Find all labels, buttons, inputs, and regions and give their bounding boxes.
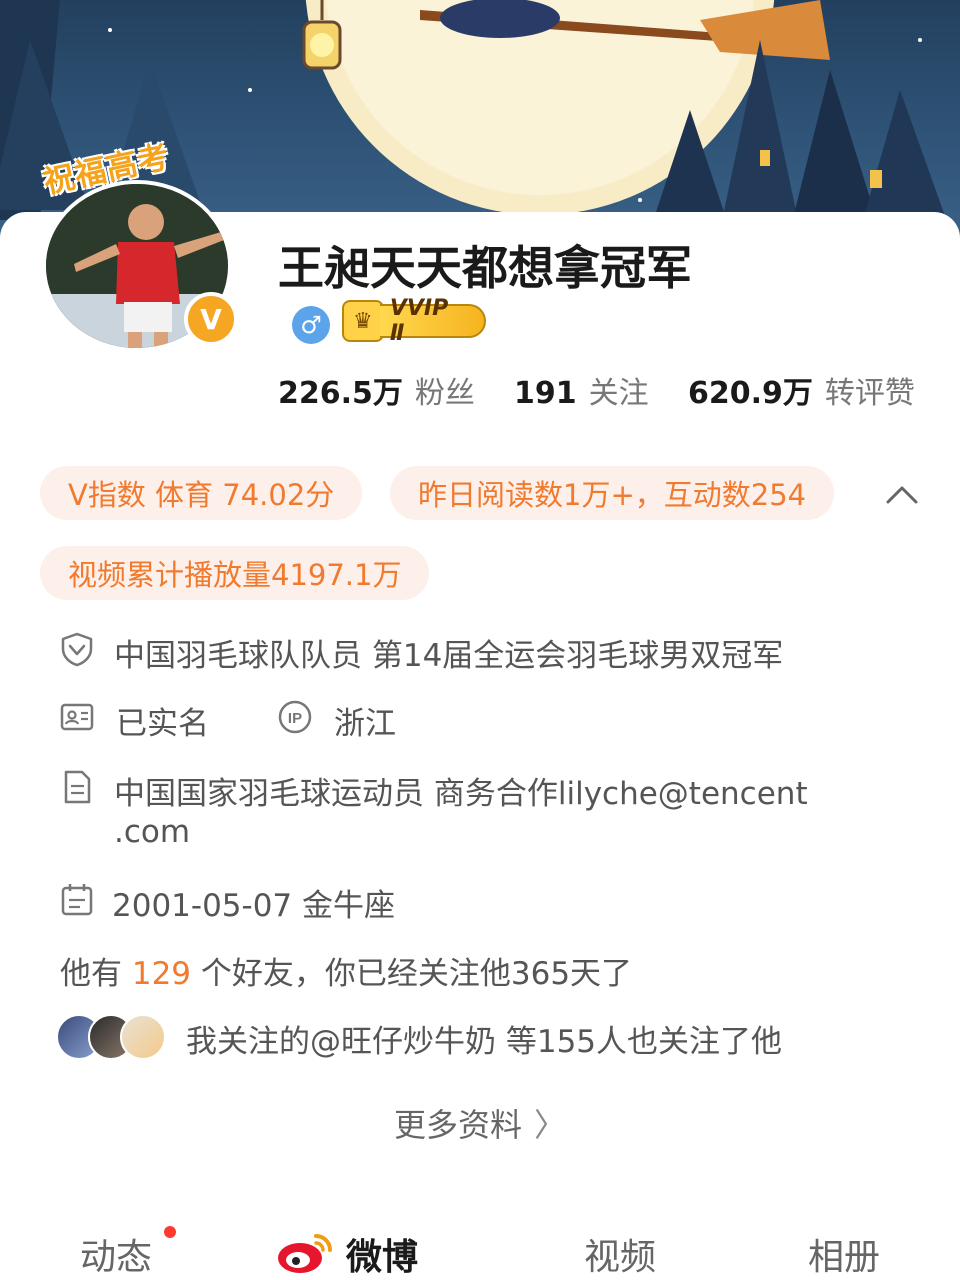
more-info-label: 更多资料 [393,1106,522,1144]
vvip-badge[interactable]: ♛ VVIP Ⅱ [342,296,486,346]
friends-count: 129 [131,956,192,992]
mutual-followers-text[interactable]: 我关注的@旺仔炒牛奶 等155人也关注了他 [186,1016,782,1061]
tab-album[interactable]: 相册 [808,1228,880,1280]
real-name-status: 已实名 [116,706,209,742]
video-plays-pill[interactable]: 视频累计播放量4197.1万 [40,546,430,600]
stat-fans-value: 226.5万 [278,376,403,411]
stat-interactions-value: 620.9万 [688,376,813,411]
stat-following[interactable]: 191 关注 [514,368,649,412]
notification-dot [164,1226,176,1238]
friends-summary[interactable]: 他有 129 个好友，你已经关注他365天了 [60,948,632,993]
chevron-right-icon: 〉 [534,1106,567,1144]
profile-name: 王昶天天都想拿冠军 [278,241,692,295]
id-card-icon [60,703,94,731]
chevron-up-icon[interactable] [882,474,922,514]
bio-line-2: .com [114,814,191,850]
verified-badge-icon: V [184,292,238,346]
weibo-logo-icon [278,1234,332,1273]
profile-stats: 226.5万 粉丝 191 关注 620.9万 转评赞 [0,368,960,411]
stat-interactions-label: 转评赞 [824,376,915,411]
athlete-title: 中国羽毛球队队员 第14届全运会羽毛球男双冠军 [114,638,784,674]
profile-tabs: 动态 微博 视频 相册 [0,1220,960,1280]
ip-icon-label: IP [288,710,302,727]
mutual-avatar [120,1014,166,1060]
tab-weibo[interactable]: 微博 [346,1228,418,1280]
yesterday-stats-pill[interactable]: 昨日阅读数1万+，互动数254 [390,466,835,520]
stat-following-value: 191 [514,376,577,411]
friends-suffix: 个好友，你已经关注他365天了 [200,956,633,992]
calendar-icon [61,884,93,916]
stat-fans-label: 粉丝 [414,376,475,411]
vvip-label: VVIP Ⅱ [379,296,486,346]
tab-dynamics[interactable]: 动态 [80,1228,152,1280]
friends-prefix: 他有 [60,956,122,992]
bio-line-1: 中国国家羽毛球运动员 商务合作lilyche@tencent [114,776,808,812]
shield-icon [61,632,93,667]
birthday: 2001-05-07 金牛座 [112,888,396,924]
male-symbol-icon: ♂ [292,306,330,344]
ip-location: 浙江 [334,706,396,742]
stat-following-label: 关注 [588,376,649,411]
ip-location-icon: IP [278,700,312,734]
avatar-container[interactable]: 祝福高考 V [38,139,238,360]
document-icon [64,770,91,804]
v-index-pill[interactable]: V指数 体育 74.02分 [40,466,363,520]
more-info-button[interactable]: 更多资料〉 [0,1100,960,1146]
crown-icon: ♛ [342,300,384,342]
stat-interactions[interactable]: 620.9万 转评赞 [688,368,915,412]
tab-video[interactable]: 视频 [584,1228,656,1280]
stat-fans[interactable]: 226.5万 粉丝 [278,368,475,412]
mutual-followers-avatars[interactable] [56,1014,168,1060]
